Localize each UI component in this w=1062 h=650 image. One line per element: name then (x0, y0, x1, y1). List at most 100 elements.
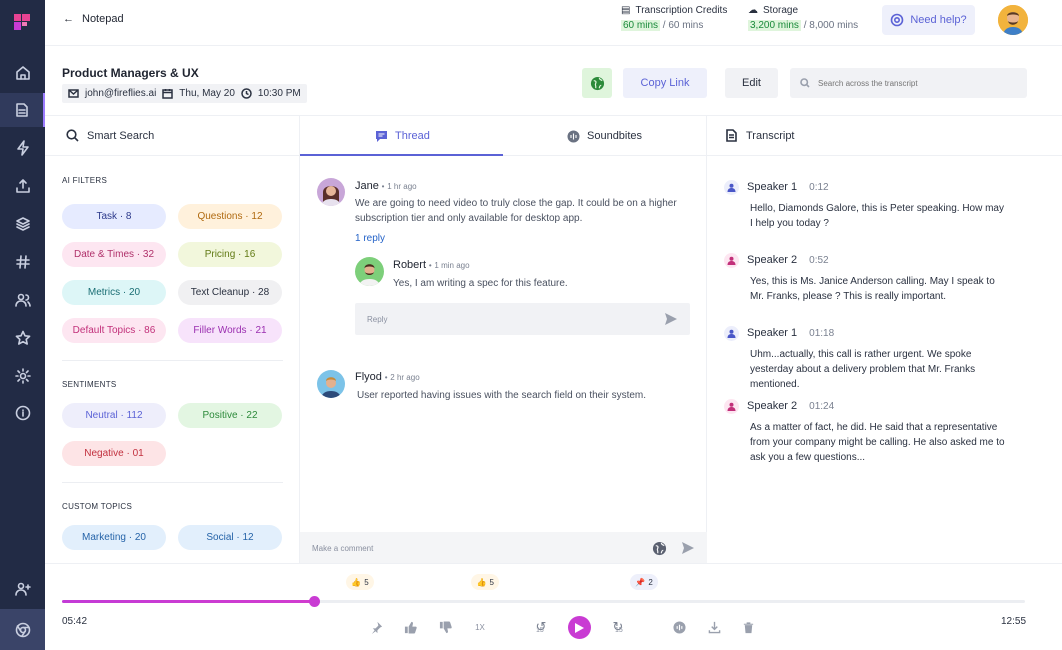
lightning-icon[interactable] (0, 131, 45, 165)
pin-marker[interactable]: 📌 2 (630, 574, 658, 590)
tab-thread[interactable]: Thread (375, 116, 430, 156)
soundbite-button[interactable] (669, 617, 689, 637)
upload-icon[interactable] (0, 169, 45, 203)
topic-social[interactable]: Social · 12 (178, 525, 282, 550)
comment-time: 2 hr ago (390, 373, 420, 382)
soundwave-icon (672, 620, 686, 634)
pin-button[interactable] (366, 617, 386, 637)
speaker-time[interactable]: 0:52 (809, 253, 828, 268)
main-area: ← Notepad ▤ Transcription Credits 60 mins… (45, 0, 1062, 650)
top-bar: ← Notepad ▤ Transcription Credits 60 mins… (45, 0, 1062, 46)
transcript-text: Yes, this is Ms. Janice Anderson calling… (750, 276, 995, 302)
sentiment-negative[interactable]: Negative · 01 (62, 441, 166, 466)
need-help-button[interactable]: Need help? (882, 5, 975, 35)
speaker-time[interactable]: 0:12 (809, 180, 828, 195)
thumbs-up-icon: 👍 (476, 577, 487, 587)
topic-marketing[interactable]: Marketing · 20 (62, 525, 166, 550)
transcript-entry[interactable]: Speaker 2 01:24 As a matter of fact, he d… (724, 399, 1009, 465)
filter-questions[interactable]: Questions · 12 (178, 204, 282, 229)
filter-task[interactable]: Task · 8 (62, 204, 166, 229)
speaker-time[interactable]: 01:18 (809, 326, 834, 341)
divider (62, 360, 283, 361)
sentiment-positive[interactable]: Positive · 22 (178, 403, 282, 428)
delete-button[interactable] (738, 617, 758, 637)
calendar-icon (162, 89, 174, 99)
transcript-search-input[interactable] (818, 78, 1018, 88)
document-icon: ▤ (621, 5, 631, 16)
speed-button[interactable]: 1X (470, 617, 490, 637)
globe-icon[interactable] (652, 541, 667, 556)
info-icon[interactable] (0, 396, 45, 430)
storage-total: / 8,000 mins (803, 20, 859, 31)
chrome-extension-icon[interactable] (0, 609, 45, 650)
send-icon[interactable] (681, 541, 695, 555)
replies-link[interactable]: 1 reply (355, 231, 690, 246)
comment-author: Jane (355, 180, 379, 192)
user-avatar[interactable] (998, 5, 1028, 35)
reaction-marker[interactable]: 👍 5 (471, 574, 499, 590)
app-sidebar (0, 0, 45, 650)
transcript-search[interactable] (790, 68, 1027, 98)
speaker-icon (724, 180, 739, 195)
thread-panel: Thread Soundbites Jane • 1 hr ago We are… (300, 116, 707, 564)
pin-icon: 📌 (635, 577, 646, 587)
filter-default-topics[interactable]: Default Topics · 86 (62, 318, 166, 343)
download-icon (708, 621, 720, 633)
speaker-time[interactable]: 01:24 (809, 399, 834, 414)
settings-icon[interactable] (0, 359, 45, 393)
filter-date-times[interactable]: Date & Times · 32 (62, 242, 166, 267)
back-to-notepad[interactable]: ← Notepad (63, 13, 124, 25)
reaction-marker[interactable]: 👍 5 (346, 574, 374, 590)
add-user-icon[interactable] (0, 572, 45, 606)
download-button[interactable] (704, 617, 724, 637)
transcript-entry[interactable]: Speaker 1 0:12 Hello, Diamonds Galore, th… (724, 180, 1009, 231)
sentiment-neutral[interactable]: Neutral · 112 (62, 403, 166, 428)
play-button[interactable] (568, 616, 591, 639)
edit-button[interactable]: Edit (725, 68, 778, 98)
reply-input[interactable]: Reply (355, 303, 690, 335)
dislike-button[interactable] (435, 617, 455, 637)
transcript-entry[interactable]: Speaker 1 01:18 Uhm...actually, this call… (724, 326, 1009, 392)
cloud-icon: ☁ (748, 5, 758, 16)
tab-soundbites[interactable]: Soundbites (567, 116, 642, 156)
thumbs-down-icon (439, 620, 452, 633)
help-label: Need help? (910, 14, 967, 26)
meeting-title: Product Managers & UX (62, 66, 199, 80)
meeting-email: john@fireflies.ai (85, 88, 157, 99)
smart-search-title: Smart Search (87, 129, 155, 142)
skip-forward-button[interactable]: ↻ 15 (608, 617, 628, 637)
globe-icon (590, 76, 604, 90)
total-time: 12:55 (1001, 616, 1027, 627)
star-icon[interactable] (0, 321, 45, 355)
layers-icon[interactable] (0, 207, 45, 241)
comment-text: User reported having issues with the sea… (357, 390, 647, 401)
search-icon (66, 129, 79, 142)
users-icon[interactable] (0, 283, 45, 317)
lifebuoy-icon (891, 13, 904, 27)
transcript-text: As a matter of fact, he did. He said tha… (750, 422, 1005, 463)
home-icon[interactable] (0, 56, 45, 90)
filter-text-cleanup[interactable]: Text Cleanup · 28 (178, 280, 282, 305)
send-icon[interactable] (664, 312, 678, 326)
fireflies-logo[interactable] (12, 12, 32, 32)
like-button[interactable] (400, 617, 420, 637)
skip-back-button[interactable]: ↺ 15 (531, 617, 551, 637)
filter-filler-words[interactable]: Filler Words · 21 (178, 318, 282, 343)
progress-knob[interactable] (309, 596, 321, 607)
credits-label: Transcription Credits (635, 5, 728, 16)
filter-metrics[interactable]: Metrics · 20 (62, 280, 166, 305)
avatar (317, 370, 345, 398)
back-label: Notepad (82, 13, 124, 25)
hashtag-icon[interactable] (0, 245, 45, 279)
smart-search-header: Smart Search (45, 116, 299, 156)
filter-pricing[interactable]: Pricing · 16 (178, 242, 282, 267)
share-globe-button[interactable] (582, 68, 612, 98)
comment-input[interactable]: Make a comment (300, 532, 707, 564)
clock-icon (241, 88, 252, 99)
transcript-panel: Transcript Speaker 1 0:12 Hello, Diamonds… (707, 116, 1062, 564)
transcript-entry[interactable]: Speaker 2 0:52 Yes, this is Ms. Janice An… (724, 253, 1009, 304)
progress-track[interactable] (62, 596, 1025, 607)
comment-time: 1 hr ago (387, 182, 417, 191)
copy-link-button[interactable]: Copy Link (623, 68, 707, 98)
notepad-icon[interactable] (0, 93, 45, 127)
